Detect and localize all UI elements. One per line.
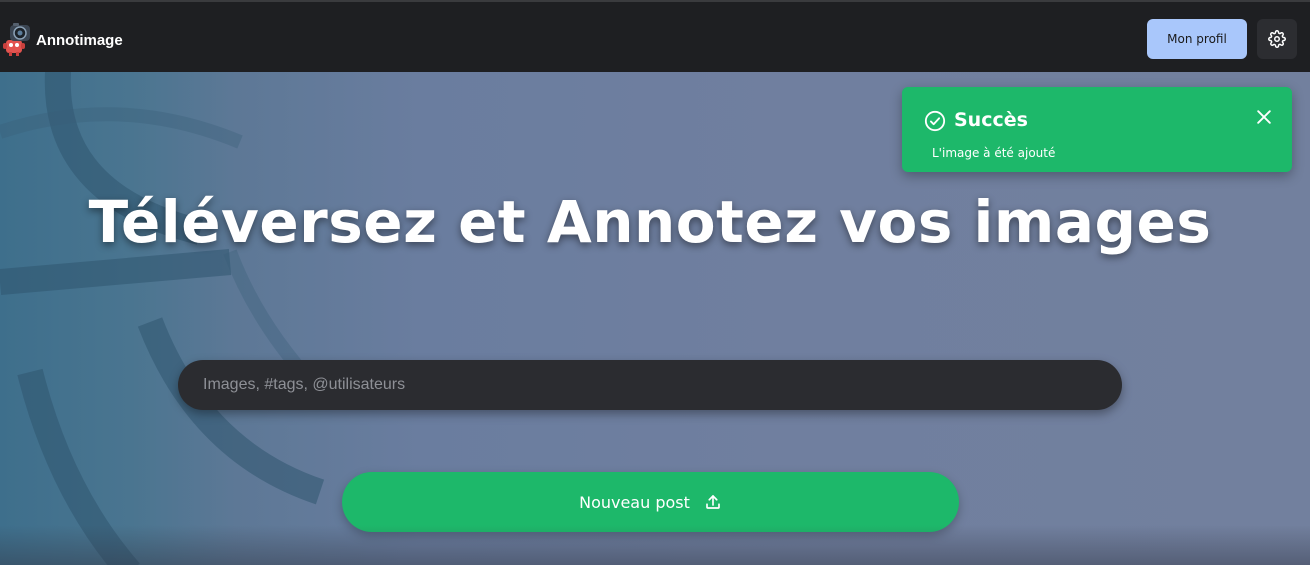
app-name: Annotimage [36,31,123,49]
toast-title: Succès [954,109,1028,131]
profile-button[interactable]: Mon profil [1147,19,1247,59]
camera-robot-logo-icon [2,22,34,56]
bottom-shadow [0,525,1310,565]
settings-button[interactable] [1257,19,1297,59]
upload-icon [704,493,722,511]
check-circle-icon [924,110,946,136]
search-input[interactable] [178,360,1122,410]
new-post-button[interactable]: Nouveau post [342,472,959,532]
toast-message: L'image à été ajouté [932,146,1056,160]
top-navbar: Annotimage Mon profil [0,0,1310,72]
success-toast: Succès L'image à été ajouté [902,87,1292,172]
close-icon[interactable] [1254,107,1274,131]
new-post-label: Nouveau post [579,492,690,512]
gear-icon [1268,30,1286,48]
hero-title: Téléversez et Annotez vos images [88,188,1212,256]
app-logo[interactable]: Annotimage [2,22,123,56]
